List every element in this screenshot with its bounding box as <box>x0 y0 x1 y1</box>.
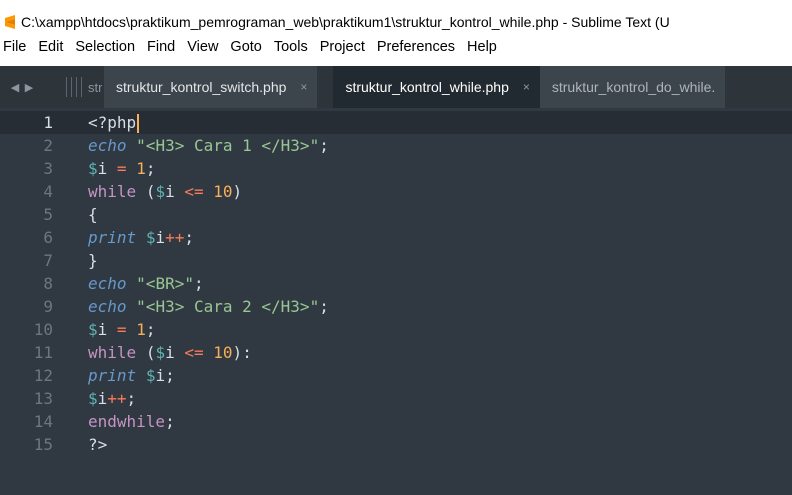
code-text[interactable]: echo "<BR>"; <box>88 274 204 293</box>
menu-file[interactable]: File <box>3 39 26 55</box>
window-titlebar: C:\xampp\htdocs\praktikum_pemrograman_we… <box>0 11 792 33</box>
code-text[interactable]: print $i++; <box>88 228 194 247</box>
window-title: C:\xampp\htdocs\praktikum_pemrograman_we… <box>21 14 670 30</box>
line-number: 10 <box>33 320 53 339</box>
tab-forward-icon[interactable]: ▶ <box>22 81 36 94</box>
tab-close-icon[interactable]: × <box>300 80 307 94</box>
tab-struktur-kontrol-do-while[interactable]: struktur_kontrol_do_while. <box>539 66 726 108</box>
tab-label: struktur_kontrol_switch.php <box>116 79 287 95</box>
line-number: 1 <box>43 113 53 132</box>
code-text[interactable]: $i = 1; <box>88 320 155 339</box>
tab-navigation: ◀ ▶ <box>8 81 64 94</box>
line-number: 7 <box>43 251 53 270</box>
tab-struktur-kontrol-switch[interactable]: struktur_kontrol_switch.php × <box>104 66 318 108</box>
line-number: 6 <box>43 228 53 247</box>
line-number: 8 <box>43 274 53 293</box>
code-text[interactable]: { <box>88 205 98 224</box>
code-line[interactable]: 14 endwhile; <box>0 410 792 433</box>
sublime-text-icon <box>3 15 17 29</box>
code-line[interactable]: 3 $i = 1; <box>0 157 792 180</box>
code-text[interactable]: print $i; <box>88 366 175 385</box>
tab-bar: ◀ ▶ str struktur_kontrol_switch.php × st… <box>0 66 792 108</box>
tab-struktur-kontrol-while[interactable]: struktur_kontrol_while.php × <box>333 66 540 108</box>
menu-edit[interactable]: Edit <box>38 39 63 55</box>
line-number: 5 <box>43 205 53 224</box>
line-number: 9 <box>43 297 53 316</box>
code-line[interactable]: 5{ <box>0 203 792 226</box>
code-line[interactable]: 11 while ($i <= 10): <box>0 341 792 364</box>
code-text[interactable]: while ($i <= 10) <box>88 182 242 201</box>
tab-back-icon[interactable]: ◀ <box>8 81 22 94</box>
code-line[interactable]: 10 $i = 1; <box>0 318 792 341</box>
menu-goto[interactable]: Goto <box>230 39 261 55</box>
code-line[interactable]: 1 <?php <box>0 111 792 134</box>
code-line[interactable]: 8 echo "<BR>"; <box>0 272 792 295</box>
code-text[interactable]: $i = 1; <box>88 159 155 178</box>
code-text[interactable]: $i++; <box>88 389 136 408</box>
code-line[interactable]: 7} <box>0 249 792 272</box>
menu-selection[interactable]: Selection <box>75 39 135 55</box>
code-text[interactable]: while ($i <= 10): <box>88 343 252 362</box>
code-line[interactable]: 12 print $i; <box>0 364 792 387</box>
menu-project[interactable]: Project <box>320 39 365 55</box>
code-editor[interactable]: 1 <?php 2 echo "<H3> Cara 1 </H3>"; 3 $i = 1;… <box>0 108 792 495</box>
menu-help[interactable]: Help <box>467 39 497 55</box>
code-line[interactable]: 6 print $i++; <box>0 226 792 249</box>
tab-label: struktur_kontrol_do_while. <box>551 79 716 95</box>
code-text[interactable]: echo "<H3> Cara 1 </H3>"; <box>88 136 329 155</box>
line-number: 3 <box>43 159 53 178</box>
menu-tools[interactable]: Tools <box>274 39 308 55</box>
code-text[interactable]: echo "<H3> Cara 2 </H3>"; <box>88 297 329 316</box>
line-number: 4 <box>43 182 53 201</box>
menu-view[interactable]: View <box>187 39 218 55</box>
line-number: 15 <box>33 435 53 454</box>
code-text[interactable]: } <box>88 251 98 270</box>
tab-peek-label[interactable]: str <box>88 80 102 95</box>
code-line[interactable]: 4 while ($i <= 10) <box>0 180 792 203</box>
menu-find[interactable]: Find <box>147 39 175 55</box>
menu-bar: File Edit Selection Find View Goto Tools Projec… <box>0 36 792 58</box>
tab-label: struktur_kontrol_while.php <box>345 79 509 95</box>
line-number: 11 <box>33 343 53 362</box>
line-number: 14 <box>33 412 53 431</box>
text-caret <box>137 113 140 133</box>
line-number: 13 <box>33 389 53 408</box>
code-text[interactable]: ?> <box>88 435 107 454</box>
code-line[interactable]: 2 echo "<H3> Cara 1 </H3>"; <box>0 134 792 157</box>
tab-close-icon[interactable]: × <box>523 80 530 94</box>
code-text[interactable]: endwhile; <box>88 412 175 431</box>
line-number: 12 <box>33 366 53 385</box>
code-line[interactable]: 9 echo "<H3> Cara 2 </H3>"; <box>0 295 792 318</box>
line-number: 2 <box>43 136 53 155</box>
code-line[interactable]: 15 ?> <box>0 433 792 456</box>
code-text[interactable]: <?php <box>88 113 140 133</box>
menu-preferences[interactable]: Preferences <box>377 39 455 55</box>
code-line[interactable]: 13 $i++; <box>0 387 792 410</box>
tab-overflow-stack[interactable]: str <box>66 66 104 108</box>
